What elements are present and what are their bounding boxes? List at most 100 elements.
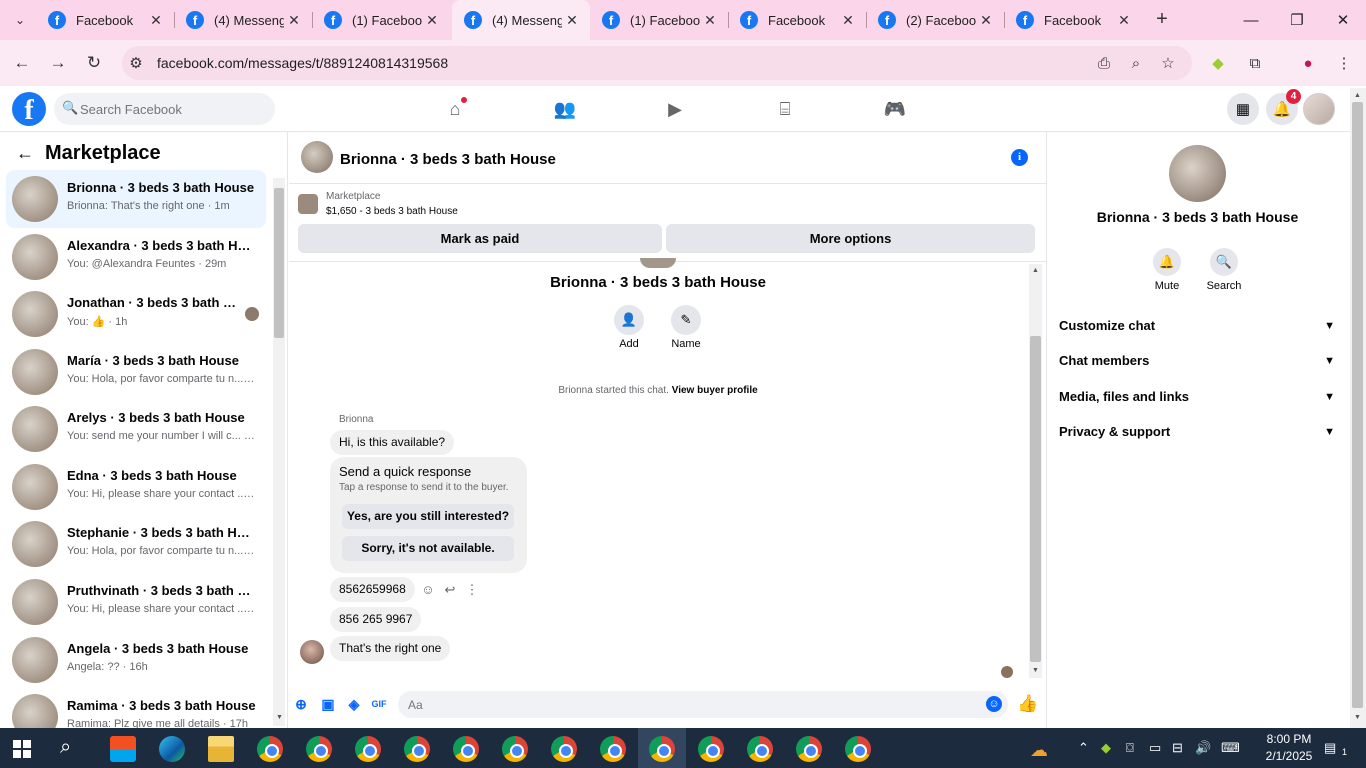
account-avatar[interactable] xyxy=(1303,93,1335,125)
facebook-search-box[interactable]: 🔍 xyxy=(54,93,275,125)
photo-icon[interactable]: ▣ xyxy=(319,695,337,713)
restore-icon[interactable]: ❐ xyxy=(1274,0,1320,40)
plus-circle-icon[interactable]: ⊕ xyxy=(292,695,310,713)
mute-bell-icon[interactable]: 🔔 xyxy=(1153,248,1181,276)
chrome-icon[interactable] xyxy=(600,736,626,762)
message-bubble[interactable]: 856 265 9967 xyxy=(330,607,422,632)
info-icon[interactable]: i xyxy=(1011,149,1028,166)
browser-menu-kebab-icon[interactable]: ⋮ xyxy=(1332,52,1356,74)
gif-icon[interactable]: GIF xyxy=(370,695,388,713)
more-options-button[interactable]: More options xyxy=(666,224,1035,253)
message-bubble[interactable]: 8562659968 xyxy=(330,577,415,602)
minimize-icon[interactable]: — xyxy=(1228,0,1274,40)
notification-center-icon[interactable]: ▤ xyxy=(1324,740,1336,756)
edit-name-pencil-icon[interactable]: ✎ xyxy=(671,305,701,335)
tab-search-chevron-icon[interactable]: ⌄ xyxy=(6,6,34,34)
install-app-icon[interactable]: ⎙ xyxy=(1092,52,1116,74)
chrome-icon[interactable] xyxy=(747,736,773,762)
volume-icon[interactable]: 🔊 xyxy=(1195,740,1211,756)
chrome-icon[interactable] xyxy=(698,736,724,762)
browser-tab-active[interactable]: f (4) Messenger ✕ xyxy=(452,0,590,40)
chrome-icon[interactable] xyxy=(453,736,479,762)
scroll-up-arrow-icon[interactable]: ▲ xyxy=(1032,267,1039,274)
menu-grid-icon[interactable]: ▦ xyxy=(1227,93,1259,125)
tray-app-icon[interactable]: ◆ xyxy=(1101,740,1111,756)
back-arrow-icon[interactable]: ← xyxy=(16,143,34,164)
tab-close-icon[interactable]: ✕ xyxy=(146,12,166,29)
view-buyer-profile-link[interactable]: View buyer profile xyxy=(672,385,758,396)
message-bubble[interactable]: That's the right one xyxy=(330,636,451,661)
new-tab-plus-icon[interactable]: + xyxy=(1150,8,1174,32)
facebook-logo-icon[interactable]: f xyxy=(12,92,46,126)
message-bubble[interactable]: Hi, is this available? xyxy=(330,430,455,455)
chat-title[interactable]: Brionna · 3 beds 3 bath House xyxy=(340,151,556,168)
page-scrollbar[interactable] xyxy=(1350,88,1366,728)
tab-close-icon[interactable]: ✕ xyxy=(976,12,996,29)
tray-overflow-chevron-icon[interactable]: ⌃ xyxy=(1078,740,1089,756)
site-info-tune-icon[interactable]: ⚙ xyxy=(124,52,148,74)
chrome-icon[interactable] xyxy=(845,736,871,762)
profile-person-icon[interactable]: ● xyxy=(1296,52,1320,74)
tray-camera-icon[interactable]: ⌼ xyxy=(1126,740,1134,756)
message-input[interactable] xyxy=(398,691,1008,718)
scrollbar-thumb[interactable] xyxy=(1030,336,1041,662)
bookmark-star-icon[interactable]: ☆ xyxy=(1156,52,1180,74)
chrome-icon[interactable] xyxy=(404,736,430,762)
mark-as-paid-button[interactable]: Mark as paid xyxy=(298,224,662,253)
conversation-item[interactable]: Angela · 3 beds 3 bath House Angela: ?? … xyxy=(6,631,266,689)
conversation-item[interactable]: Pruthvinath · 3 beds 3 bath Ho... You: H… xyxy=(6,573,266,631)
network-icon[interactable]: ⊟ xyxy=(1172,740,1183,756)
chrome-icon[interactable] xyxy=(306,736,332,762)
chrome-icon[interactable] xyxy=(649,736,675,762)
quick-response-option[interactable]: Yes, are you still interested? xyxy=(342,504,514,529)
chat-avatar[interactable] xyxy=(301,141,333,173)
privacy-support-section[interactable]: Privacy & support ▼ xyxy=(1059,420,1339,444)
battery-icon[interactable]: ▭ xyxy=(1149,740,1161,756)
taskbar-search-icon[interactable]: ⌕ xyxy=(60,736,71,759)
chrome-icon[interactable] xyxy=(502,736,528,762)
browser-tab[interactable]: f Facebook ✕ xyxy=(36,0,174,40)
weather-icon[interactable]: ☁ xyxy=(1030,740,1048,761)
customize-chat-section[interactable]: Customize chat ▼ xyxy=(1059,314,1339,338)
emoji-icon[interactable]: ☺ xyxy=(986,696,1002,712)
edge-browser-icon[interactable] xyxy=(159,736,185,762)
conversation-item[interactable]: Arelys · 3 beds 3 bath House You: send m… xyxy=(6,400,266,458)
marketplace-icon[interactable]: ⌸ xyxy=(773,97,797,121)
url-text[interactable]: facebook.com/messages/t/8891240814319568 xyxy=(157,55,448,71)
scroll-up-arrow-icon[interactable]: ▲ xyxy=(1354,92,1361,99)
quick-response-option[interactable]: Sorry, it's not available. xyxy=(342,536,514,561)
conversation-item[interactable]: Alexandra · 3 beds 3 bath House You: @Al… xyxy=(6,228,266,286)
chrome-icon[interactable] xyxy=(796,736,822,762)
more-kebab-icon[interactable]: ⋮ xyxy=(463,581,481,599)
microsoft-store-icon[interactable] xyxy=(110,736,136,762)
browser-tab[interactable]: f (1) Facebook ✕ xyxy=(590,0,728,40)
tab-close-icon[interactable]: ✕ xyxy=(700,12,720,29)
sticker-icon[interactable]: ◈ xyxy=(345,695,363,713)
tab-close-icon[interactable]: ✕ xyxy=(1114,12,1134,29)
media-files-links-section[interactable]: Media, files and links ▼ xyxy=(1059,385,1339,409)
browser-tab[interactable]: f (1) Facebook ✕ xyxy=(312,0,450,40)
react-emoji-icon[interactable]: ☺ xyxy=(419,581,437,599)
conversation-list-scrollbar[interactable] xyxy=(273,178,285,726)
scroll-down-arrow-icon[interactable]: ▼ xyxy=(1032,667,1039,674)
message-scrollbar[interactable] xyxy=(1029,264,1042,678)
conversation-item[interactable]: María · 3 beds 3 bath House You: Hola, p… xyxy=(6,343,266,401)
add-person-icon[interactable]: 👤 xyxy=(614,305,644,335)
thumbs-up-icon[interactable]: 👍 xyxy=(1017,694,1038,714)
gaming-icon[interactable]: 🎮 xyxy=(883,97,907,121)
tab-close-icon[interactable]: ✕ xyxy=(422,12,442,29)
extensions-puzzle-icon[interactable]: ⧉ xyxy=(1243,52,1267,74)
taskbar-clock[interactable]: 8:00 PM 2/1/2025 xyxy=(1261,731,1317,765)
scroll-down-arrow-icon[interactable]: ▼ xyxy=(276,714,283,721)
video-icon[interactable]: ▶ xyxy=(663,97,687,121)
reply-icon[interactable]: ↩ xyxy=(441,581,459,599)
zoom-icon[interactable]: ⌕ xyxy=(1124,52,1148,74)
chrome-icon[interactable] xyxy=(257,736,283,762)
file-explorer-icon[interactable] xyxy=(208,736,234,762)
browser-tab[interactable]: f Facebook ✕ xyxy=(728,0,866,40)
listing-thumbnail[interactable] xyxy=(298,194,318,214)
facebook-search-input[interactable] xyxy=(80,93,270,125)
conversation-item[interactable]: Brionna · 3 beds 3 bath House Brionna: T… xyxy=(6,170,266,228)
browser-tab[interactable]: f (4) Messenger ✕ xyxy=(174,0,312,40)
chrome-icon[interactable] xyxy=(551,736,577,762)
